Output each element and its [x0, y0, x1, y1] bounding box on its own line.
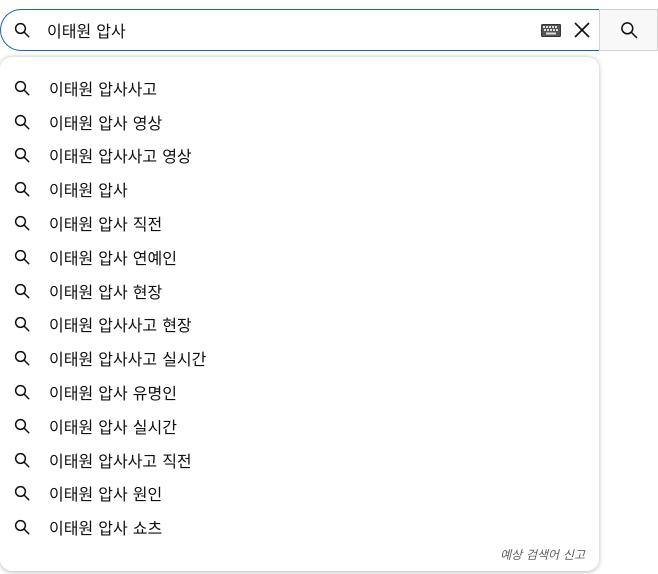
suggestion-item[interactable]: 이태원 압사 영상 [0, 105, 599, 139]
search-icon [13, 383, 31, 401]
suggestion-text: 이태원 압사사고 실시간 [49, 350, 207, 370]
suggestion-item[interactable]: 이태원 압사 [0, 172, 599, 206]
suggestion-list: 이태원 압사사고 이태원 압사 영상 이태원 압사사고 영상 이태원 압사 이태… [0, 71, 599, 544]
search-icon [13, 21, 31, 39]
suggestion-item[interactable]: 이태원 압사 연예인 [0, 240, 599, 274]
suggestion-item[interactable]: 이태원 압사사고 실시간 [0, 341, 599, 375]
suggestion-text: 이태원 압사사고 직전 [49, 451, 192, 471]
search-input[interactable]: 이태원 압사 [47, 18, 541, 42]
suggestion-item[interactable]: 이태원 압사 원인 [0, 477, 599, 511]
suggestion-item[interactable]: 이태원 압사사고 직전 [0, 443, 599, 477]
search-icon [13, 214, 31, 232]
suggestion-text: 이태원 압사 원인 [49, 485, 163, 505]
search-icon [13, 451, 31, 469]
search-icon [13, 484, 31, 502]
search-icon [13, 113, 31, 131]
search-icon [620, 22, 637, 39]
suggestion-item[interactable]: 이태원 압사사고 현장 [0, 308, 599, 342]
close-icon [574, 22, 590, 38]
suggestion-item[interactable]: 이태원 압사 직전 [0, 206, 599, 240]
search-button[interactable] [599, 9, 658, 51]
suggestions-dropdown: 이태원 압사사고 이태원 압사 영상 이태원 압사사고 영상 이태원 압사 이태… [0, 56, 599, 571]
search-icon [13, 417, 31, 435]
suggestion-text: 이태원 압사사고 현장 [49, 316, 192, 336]
suggestion-text: 이태원 압사 유명인 [49, 384, 177, 404]
keyboard-icon[interactable] [541, 23, 561, 37]
search-icon [13, 248, 31, 266]
suggestion-item[interactable]: 이태원 압사 실시간 [0, 409, 599, 443]
report-suggestions-link[interactable]: 예상 검색어 신고 [500, 546, 585, 563]
suggestion-text: 이태원 압사 [49, 181, 128, 201]
suggestion-item[interactable]: 이태원 압사 현장 [0, 274, 599, 308]
suggestion-item[interactable]: 이태원 압사사고 영상 [0, 139, 599, 173]
clear-search-button[interactable] [571, 19, 593, 41]
suggestion-text: 이태원 압사 연예인 [49, 248, 177, 268]
suggestion-item[interactable]: 이태원 압사 쇼츠 [0, 510, 599, 544]
search-icon [13, 180, 31, 198]
suggestion-text: 이태원 압사 실시간 [49, 417, 177, 437]
search-icon [13, 518, 31, 536]
suggestion-text: 이태원 압사 현장 [49, 282, 163, 302]
search-icon [13, 79, 31, 97]
suggestion-item[interactable]: 이태원 압사 유명인 [0, 375, 599, 409]
search-box[interactable]: 이태원 압사 [0, 9, 599, 51]
search-icon [13, 282, 31, 300]
suggestion-text: 이태원 압사 영상 [49, 113, 163, 133]
search-ui: 이태원 압사 이태원 압사사고 이태원 압사 영상 이태원 압사사고 영상 이태… [0, 0, 658, 574]
suggestion-text: 이태원 압사사고 [49, 79, 158, 99]
search-icon [13, 349, 31, 367]
suggestion-text: 이태원 압사 쇼츠 [49, 519, 163, 539]
suggestion-text: 이태원 압사 직전 [49, 215, 163, 235]
search-icon [13, 315, 31, 333]
search-icon [13, 146, 31, 164]
suggestion-text: 이태원 압사사고 영상 [49, 147, 192, 167]
suggestion-item[interactable]: 이태원 압사사고 [0, 71, 599, 105]
